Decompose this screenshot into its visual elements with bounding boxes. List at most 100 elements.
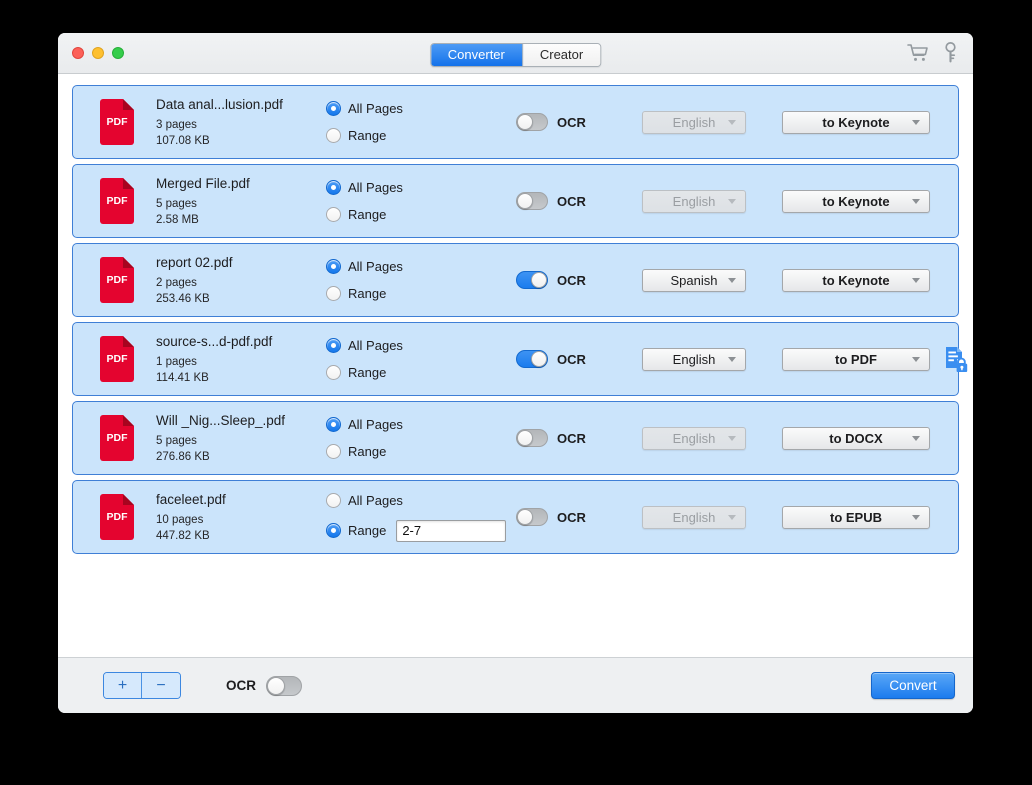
protected-document-lock-icon[interactable]	[945, 345, 971, 373]
all-pages-label: All Pages	[348, 259, 403, 274]
row-ocr-toggle[interactable]	[516, 350, 548, 368]
convert-button[interactable]: Convert	[871, 672, 955, 699]
output-format-dropdown[interactable]: to Keynote	[782, 268, 930, 292]
file-name: Will _Nig...Sleep_.pdf	[156, 412, 286, 428]
tab-creator[interactable]: Creator	[522, 44, 601, 66]
output-format-dropdown[interactable]: to Keynote	[782, 189, 930, 213]
range-radio[interactable]	[326, 365, 341, 380]
page-selection-group: All Pages Range	[326, 417, 516, 459]
all-pages-radio[interactable]	[326, 492, 341, 508]
mode-segmented-control[interactable]: Converter Creator	[429, 43, 602, 67]
output-format-dropdown[interactable]: to EPUB	[782, 505, 930, 529]
all-pages-option[interactable]: All Pages	[326, 101, 516, 116]
output-format-dropdown[interactable]: to PDF	[782, 347, 930, 371]
range-option[interactable]: Range	[326, 128, 516, 143]
zoom-button[interactable]	[112, 47, 124, 59]
range-option[interactable]: Range	[326, 365, 516, 380]
page-selection-group: All Pages Range	[326, 180, 516, 222]
file-row[interactable]: PDF Merged File.pdf 5 pages 2.58 MB All …	[72, 164, 959, 238]
output-format-dropdown[interactable]: to Keynote	[782, 110, 930, 134]
range-radio[interactable]	[326, 128, 341, 143]
file-row[interactable]: PDF faceleet.pdf 10 pages 447.82 KB All …	[72, 480, 959, 554]
all-pages-option[interactable]: All Pages	[326, 180, 516, 195]
all-pages-option[interactable]: All Pages	[326, 338, 516, 353]
file-info: Merged File.pdf 5 pages 2.58 MB	[156, 175, 324, 228]
row-ocr-label: OCR	[557, 114, 586, 130]
range-label: Range	[348, 128, 387, 143]
file-name: Data anal...lusion.pdf	[156, 96, 283, 112]
file-size: 447.82 KB	[156, 529, 210, 542]
range-input[interactable]	[396, 519, 507, 542]
page-selection-group: All Pages Range	[326, 259, 516, 301]
range-radio[interactable]	[326, 523, 341, 538]
range-option[interactable]: Range	[326, 286, 516, 301]
output-format-value: to EPUB	[830, 509, 882, 525]
file-size: 253.46 KB	[156, 292, 210, 305]
all-pages-radio[interactable]	[326, 417, 341, 432]
all-pages-option[interactable]: All Pages	[326, 259, 516, 274]
toggle-knob	[517, 193, 533, 209]
chevron-down-icon	[912, 515, 920, 520]
row-ocr-label: OCR	[557, 193, 586, 209]
chevron-down-icon	[728, 357, 736, 362]
range-label: Range	[348, 207, 387, 222]
file-name: source-s...d-pdf.pdf	[156, 333, 273, 349]
svg-text:PDF: PDF	[107, 116, 129, 128]
file-page-count: 10 pages	[156, 513, 204, 526]
page-selection-group: All Pages Range	[326, 492, 516, 542]
titlebar: Converter Creator	[58, 33, 973, 74]
file-page-count: 1 pages	[156, 355, 197, 368]
remove-file-button[interactable]: −	[142, 673, 180, 698]
titlebar-icons	[907, 42, 957, 68]
all-pages-radio[interactable]	[326, 101, 341, 116]
tab-converter[interactable]: Converter	[430, 44, 523, 66]
pdf-file-icon: PDF	[98, 494, 136, 540]
file-info: faceleet.pdf 10 pages 447.82 KB	[156, 491, 324, 544]
all-pages-option[interactable]: All Pages	[326, 492, 516, 508]
all-pages-radio[interactable]	[326, 259, 341, 274]
add-remove-segmented-control[interactable]: + −	[103, 672, 181, 699]
all-pages-option[interactable]: All Pages	[326, 417, 516, 432]
ocr-language-dropdown[interactable]: English	[642, 347, 746, 371]
close-button[interactable]	[72, 47, 84, 59]
ocr-language-value: English	[672, 509, 716, 525]
traffic-lights	[72, 47, 124, 59]
all-pages-radio[interactable]	[326, 338, 341, 353]
all-pages-label: All Pages	[348, 180, 403, 195]
file-info: Data anal...lusion.pdf 3 pages 107.08 KB	[156, 96, 324, 149]
file-page-count: 2 pages	[156, 276, 197, 289]
toggle-knob	[531, 272, 547, 288]
range-option[interactable]: Range	[326, 444, 516, 459]
all-pages-radio[interactable]	[326, 180, 341, 195]
minimize-button[interactable]	[92, 47, 104, 59]
row-ocr-toggle[interactable]	[516, 113, 548, 131]
file-row[interactable]: PDF source-s...d-pdf.pdf 1 pages 114.41 …	[72, 322, 968, 396]
range-option[interactable]: Range	[326, 207, 516, 222]
add-file-button[interactable]: +	[104, 673, 142, 698]
range-option[interactable]: Range	[326, 519, 516, 542]
row-ocr-toggle[interactable]	[516, 271, 548, 289]
row-ocr-toggle[interactable]	[516, 508, 548, 526]
row-ocr-label: OCR	[557, 351, 586, 367]
file-row[interactable]: PDF Will _Nig...Sleep_.pdf 5 pages 276.8…	[72, 401, 959, 475]
all-pages-label: All Pages	[348, 417, 403, 432]
cart-icon[interactable]	[907, 43, 928, 67]
output-format-dropdown[interactable]: to DOCX	[782, 426, 930, 450]
file-size: 276.86 KB	[156, 450, 210, 463]
range-radio[interactable]	[326, 207, 341, 222]
chevron-down-icon	[728, 515, 736, 520]
key-icon[interactable]	[944, 42, 957, 68]
chevron-down-icon	[728, 278, 736, 283]
file-row[interactable]: PDF report 02.pdf 2 pages 253.46 KB All …	[72, 243, 959, 317]
row-ocr-toggle[interactable]	[516, 429, 548, 447]
file-row[interactable]: PDF Data anal...lusion.pdf 3 pages 107.0…	[72, 85, 959, 159]
global-ocr-toggle[interactable]	[266, 675, 302, 696]
svg-text:PDF: PDF	[107, 274, 129, 286]
row-ocr-label: OCR	[557, 272, 586, 288]
row-ocr-control: OCR	[516, 508, 642, 526]
range-radio[interactable]	[326, 444, 341, 459]
global-ocr-control: OCR	[226, 675, 302, 696]
ocr-language-dropdown[interactable]: Spanish	[642, 268, 746, 292]
row-ocr-toggle[interactable]	[516, 192, 548, 210]
range-radio[interactable]	[326, 286, 341, 301]
